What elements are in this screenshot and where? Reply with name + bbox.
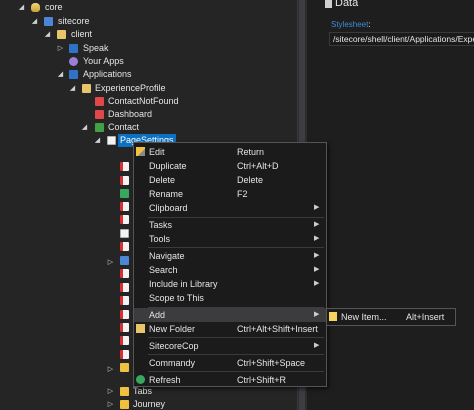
section-icon [325,0,332,8]
tree-item-experienceprofile[interactable]: ◢ ExperienceProfile [0,82,297,95]
submenu-arrow-icon: ▶ [314,266,320,273]
tree-item-speak[interactable]: ▷ Speak [0,42,297,55]
folder-icon [120,387,129,396]
rendering-icon [120,256,129,265]
stylesheet-field[interactable]: /sitecore/shell/client/Applications/Expe… [329,32,474,46]
expand-arrow-icon[interactable]: ▷ [107,388,114,395]
tree-item-applications[interactable]: ◢ Applications [0,68,297,81]
menu-item-edit[interactable]: Edit Return [134,145,326,159]
applications-icon [69,70,78,79]
add-submenu: New Item... Alt+Insert [326,308,456,326]
layout-icon [95,97,104,106]
tree-item-journey[interactable]: ▷ Journey [0,398,297,410]
expand-arrow-icon[interactable]: ▷ [57,45,64,52]
collapse-arrow-icon[interactable]: ◢ [44,31,51,38]
rendering-icon [120,242,129,251]
folder-icon [120,400,129,409]
database-icon [31,3,40,12]
apps-icon [69,57,78,66]
submenu-arrow-icon: ▶ [314,280,320,287]
collapse-arrow-icon[interactable]: ◢ [31,18,38,25]
rendering-icon [120,336,129,345]
menu-item-rename[interactable]: Rename F2 [134,187,326,201]
rendering-icon [120,202,129,211]
collapse-arrow-icon[interactable]: ◢ [69,85,76,92]
menu-item-commandy[interactable]: Commandy Ctrl+Shift+Space [134,356,326,370]
menu-item-delete[interactable]: Delete Delete [134,173,326,187]
menu-item-new-folder[interactable]: New Folder Ctrl+Alt+Shift+Insert [134,322,326,336]
layout-icon [95,110,104,119]
folder-icon [57,30,66,39]
page-icon [107,136,116,145]
rendering-icon [120,323,129,332]
menu-separator [148,354,324,355]
menu-item-add[interactable]: Add ▶ [134,308,326,322]
expand-arrow-icon[interactable]: ▷ [107,401,114,408]
tree-item-sitecore[interactable]: ◢ sitecore [0,15,297,28]
menu-item-tasks[interactable]: Tasks ▶ [134,218,326,232]
menu-item-clipboard[interactable]: Clipboard ▶ [134,201,326,215]
menu-item-tools[interactable]: Tools ▶ [134,232,326,246]
submenu-arrow-icon: ▶ [314,204,320,211]
rendering-icon [120,350,129,359]
collapse-arrow-icon[interactable]: ◢ [94,137,101,144]
menu-item-refresh[interactable]: Refresh Ctrl+Shift+R [134,373,326,387]
page-icon [120,229,129,238]
rendering-icon [120,310,129,319]
rendering-icon [120,363,129,372]
collapse-arrow-icon[interactable]: ◢ [81,124,88,131]
rendering-icon [120,269,129,278]
collapse-arrow-icon[interactable]: ◢ [57,71,64,78]
refresh-icon [136,375,145,384]
rendering-icon [120,162,129,171]
rendering-icon [120,189,129,198]
details-panel: Data Stylesheet: /sitecore/shell/client/… [307,0,474,410]
tree-item-core[interactable]: ◢ core [0,1,297,14]
menu-item-search[interactable]: Search ▶ [134,263,326,277]
tree-item-dashboard[interactable]: Dashboard [0,108,297,121]
rendering-icon [120,283,129,292]
menu-separator [148,337,324,338]
stylesheet-label: Stylesheet: [331,20,371,29]
submenu-arrow-icon: ▶ [314,235,320,242]
pencil-icon [136,147,145,156]
folder-icon [82,84,91,93]
context-menu: Edit Return Duplicate Ctrl+Alt+D Delete … [133,142,327,387]
submenu-arrow-icon: ▶ [314,252,320,259]
menu-item-duplicate[interactable]: Duplicate Ctrl+Alt+D [134,159,326,173]
menu-item-navigate[interactable]: Navigate ▶ [134,249,326,263]
rendering-icon [120,176,129,185]
menu-separator [148,371,324,372]
tree-item-your-apps[interactable]: Your Apps [0,55,297,68]
menu-separator [148,247,324,248]
submenu-arrow-icon: ▶ [314,221,320,228]
folder-icon [136,324,145,333]
rendering-icon [120,296,129,305]
section-title: Data [335,0,359,9]
collapse-arrow-icon[interactable]: ◢ [18,4,25,11]
menu-item-sitecorecop[interactable]: SitecoreCop ▶ [134,339,326,353]
submenu-arrow-icon: ▶ [314,342,320,349]
menu-item-scope-to-this[interactable]: Scope to This [134,291,326,305]
contact-icon [95,123,104,132]
expand-arrow-icon[interactable]: ▷ [107,366,114,373]
tree-item-contactnotfound[interactable]: ContactNotFound [0,95,297,108]
sitecore-icon [44,17,53,26]
submenu-arrow-icon: ▶ [314,311,320,318]
new-item-icon [329,312,337,321]
menu-item-include-in-library[interactable]: Include in Library ▶ [134,277,326,291]
expand-arrow-icon[interactable]: ▷ [107,259,114,266]
tree-item-client[interactable]: ◢ client [0,28,297,41]
rendering-icon [120,215,129,224]
tree-item-contact[interactable]: ◢ Contact [0,121,297,134]
speak-icon [69,44,78,53]
